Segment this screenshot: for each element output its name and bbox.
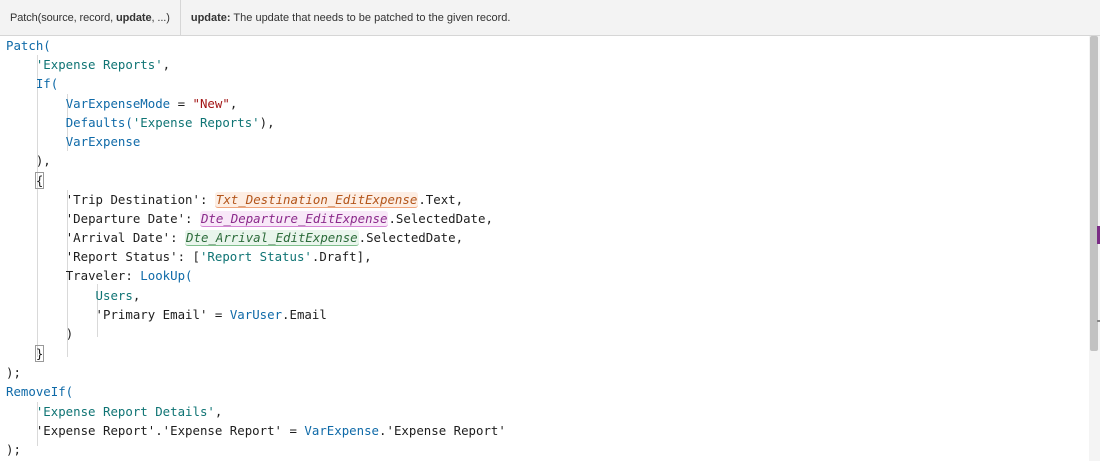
vertical-scrollbar[interactable]: [1089, 36, 1100, 461]
control-reference: Dte_Arrival_EditExpense: [185, 230, 359, 246]
operator: =: [207, 307, 230, 322]
code-line: 'Trip Destination': Txt_Destination_Edit…: [6, 190, 463, 209]
code-line: Users,: [6, 286, 141, 305]
punctuation: ,: [214, 404, 223, 419]
formula-editor[interactable]: Patch( 'Expense Reports', If( VarExpense…: [0, 36, 1100, 461]
text-cursor: [43, 347, 45, 362]
field-name: 'Expense Report'.'Expense Report': [35, 423, 283, 438]
signature-help-bar: Patch(source, record, update, ...) updat…: [0, 0, 1100, 36]
code-line: 'Expense Report'.'Expense Report' = VarE…: [6, 421, 506, 440]
parameter-text: The update that needs to be patched to t…: [230, 11, 511, 24]
code-line: );: [6, 440, 21, 459]
close-brace: }: [34, 345, 45, 362]
punctuation: ,: [132, 288, 141, 303]
code-line: 'Primary Email' = VarUser.Email: [6, 305, 327, 324]
scrollbar-thumb[interactable]: [1090, 36, 1098, 351]
property: .'Expense Report': [379, 423, 506, 438]
punctuation: );: [6, 365, 21, 380]
parameter-description: update: The update that needs to be patc…: [181, 0, 521, 35]
code-line: VarExpenseMode = "New",: [6, 94, 238, 113]
variable-token: VarExpense: [65, 134, 141, 149]
datasource-token: Users: [95, 288, 133, 303]
code-line: Defaults('Expense Reports'),: [6, 113, 275, 132]
string-token: 'Expense Report Details': [35, 404, 215, 419]
record-key: 'Trip Destination':: [65, 192, 215, 207]
record-key: Traveler:: [65, 268, 141, 283]
punctuation: ): [65, 326, 74, 341]
variable-token: VarUser: [229, 307, 283, 322]
property: .Text,: [418, 192, 464, 207]
punctuation: ,: [162, 57, 171, 72]
function-name: LookUp(: [140, 268, 193, 283]
string-token: 'Expense Reports': [35, 57, 163, 72]
code-line: {: [6, 171, 45, 190]
property: .Draft],: [311, 249, 372, 264]
active-parameter: update: [116, 11, 152, 24]
variable-token: VarExpenseMode: [65, 96, 171, 111]
code-line: ): [6, 324, 73, 343]
open-brace: {: [34, 172, 45, 189]
function-name: If(: [35, 76, 59, 91]
control-reference: Txt_Destination_EditExpense: [214, 192, 419, 208]
function-name: RemoveIf(: [6, 384, 74, 399]
code-line: 'Departure Date': Dte_Departure_EditExpe…: [6, 209, 493, 228]
code-line: RemoveIf(: [6, 382, 73, 401]
string-literal: "New": [192, 96, 230, 111]
signature-prefix: Patch(source, record,: [10, 11, 117, 24]
control-reference: Dte_Departure_EditExpense: [199, 211, 389, 227]
string-token: 'Expense Reports': [132, 115, 260, 130]
property: .SelectedDate,: [388, 211, 493, 226]
property: .SelectedDate,: [358, 230, 464, 245]
code-line: Patch(: [6, 36, 51, 55]
code-line: VarExpense: [6, 132, 141, 151]
record-key: 'Arrival Date':: [65, 230, 186, 245]
record-key: 'Report Status': [: [65, 249, 200, 264]
punctuation: ),: [259, 115, 275, 130]
parameter-name: update:: [190, 11, 231, 24]
code-line: 'Expense Report Details',: [6, 402, 223, 421]
punctuation: );: [6, 442, 21, 457]
code-line: ),: [6, 151, 51, 170]
function-name: Defaults(: [65, 115, 133, 130]
code-line: );: [6, 363, 21, 382]
variable-token: VarExpense: [304, 423, 380, 438]
code-line: Traveler: LookUp(: [6, 266, 193, 285]
signature-suffix: , ...): [151, 11, 170, 24]
code-line: 'Expense Reports',: [6, 55, 170, 74]
code-line: 'Arrival Date': Dte_Arrival_EditExpense.…: [6, 228, 463, 247]
code-line: }: [6, 344, 45, 363]
record-key: 'Departure Date':: [65, 211, 200, 226]
code-line: 'Report Status': ['Report Status'.Draft]…: [6, 247, 372, 266]
punctuation: ),: [35, 153, 51, 168]
punctuation: ,: [229, 96, 238, 111]
property: .Email: [282, 307, 327, 322]
code-line: If(: [6, 74, 58, 93]
operator: =: [282, 423, 305, 438]
string-token: 'Report Status': [199, 249, 312, 264]
function-name: Patch(: [6, 38, 51, 53]
field-name: 'Primary Email': [95, 307, 208, 322]
function-signature: Patch(source, record, update, ...): [0, 0, 181, 35]
operator: =: [170, 96, 193, 111]
